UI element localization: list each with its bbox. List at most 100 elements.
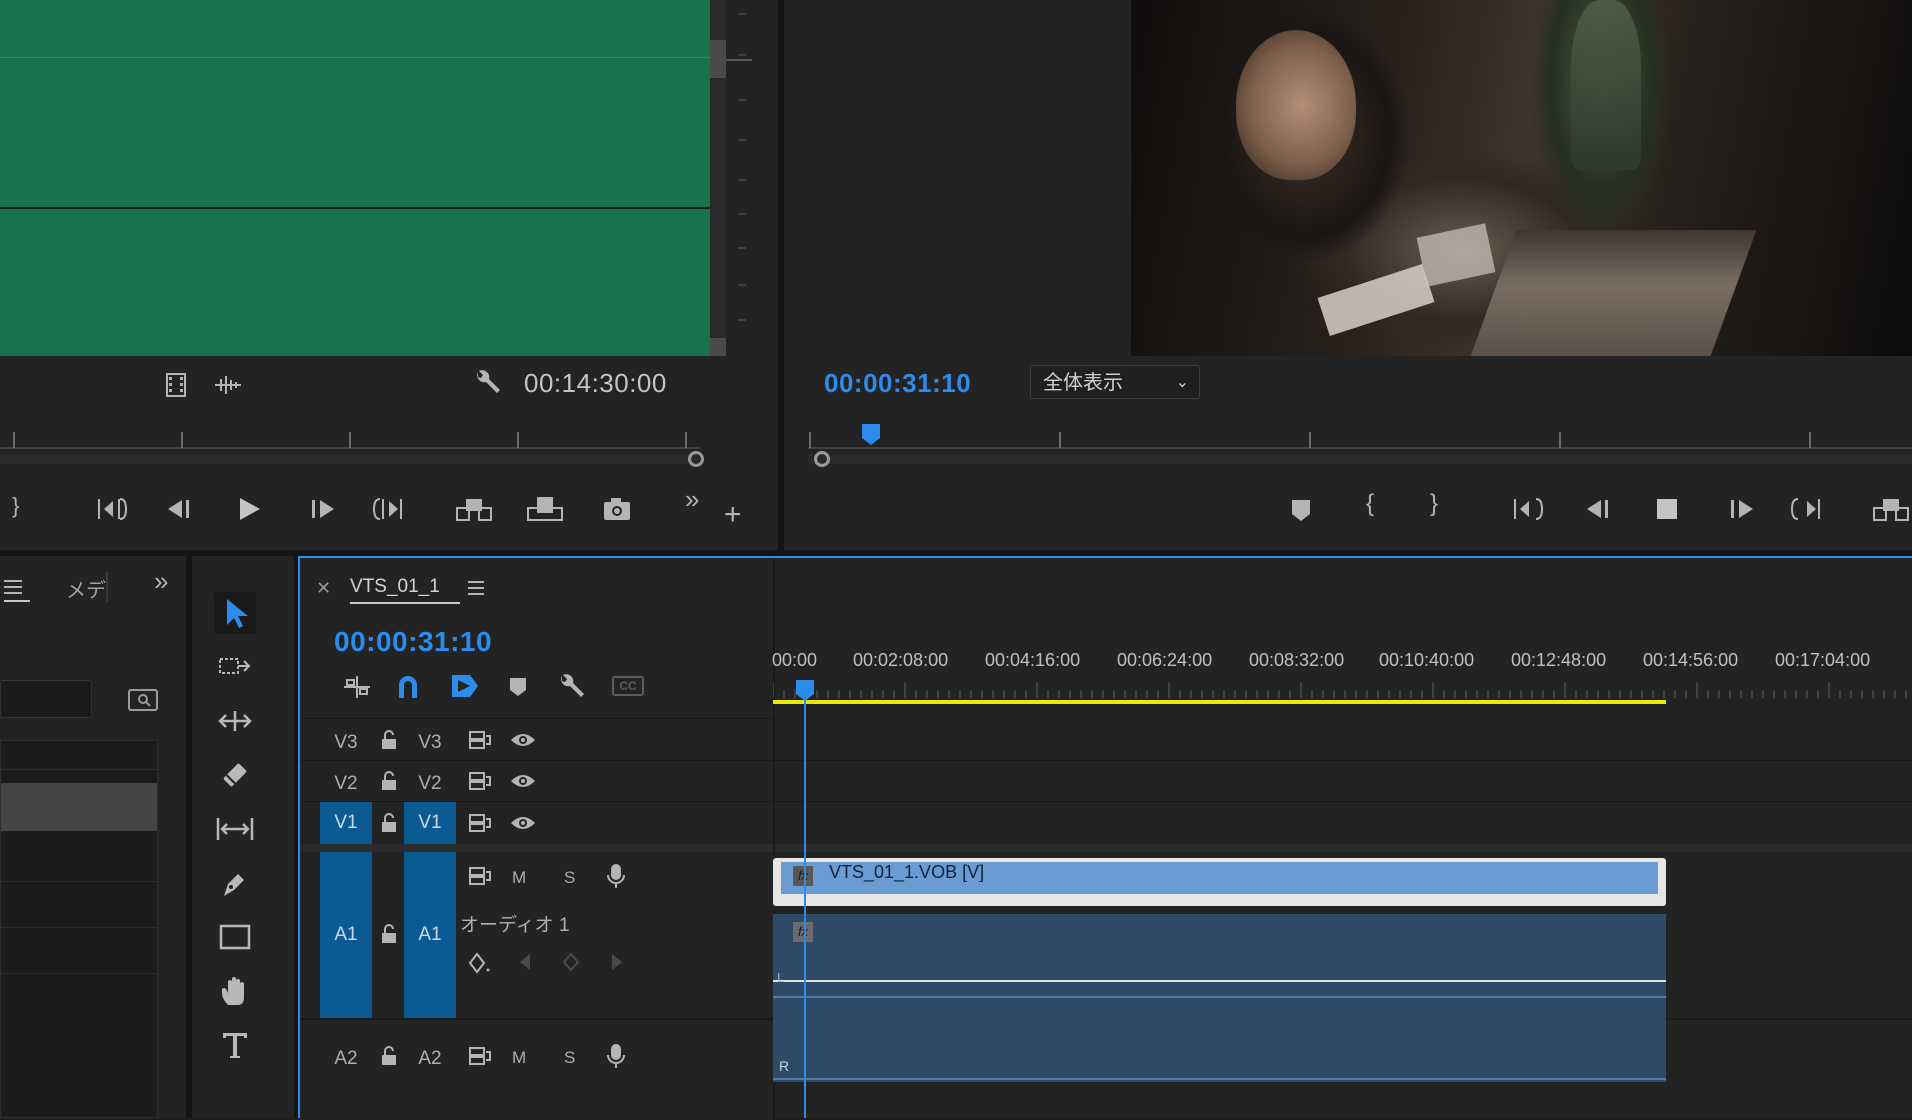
source-video-frame[interactable]: [0, 0, 710, 356]
mute-button[interactable]: M: [512, 1048, 526, 1068]
insert-icon[interactable]: [455, 496, 495, 522]
go-to-out-icon[interactable]: [372, 496, 404, 522]
fx-badge-audio[interactable]: fx: [793, 922, 813, 942]
step-forward-icon-program[interactable]: [1727, 498, 1755, 520]
target-track-a1[interactable]: A1: [404, 852, 456, 1018]
wrench-icon[interactable]: [472, 368, 502, 398]
program-timecode[interactable]: 00:00:31:10: [824, 368, 971, 399]
program-zoom-handle[interactable]: [814, 451, 830, 467]
step-forward-icon[interactable]: [308, 498, 336, 520]
timeline-timecode[interactable]: 00:00:31:10: [334, 626, 492, 658]
track-header-v2[interactable]: V2 V2: [300, 761, 773, 801]
target-track-a2[interactable]: A2: [404, 1048, 456, 1070]
button-editor-add-icon[interactable]: +: [724, 500, 742, 530]
target-track-v2[interactable]: V2: [404, 773, 456, 795]
sync-lock-icon[interactable]: [468, 813, 492, 833]
go-to-in-icon[interactable]: [96, 496, 128, 522]
lift-icon[interactable]: [1872, 496, 1912, 522]
captions-icon[interactable]: CC: [612, 676, 644, 696]
panel-divider-vertical[interactable]: [778, 0, 784, 552]
work-area-bar[interactable]: [773, 700, 1666, 704]
snap-magnet-icon[interactable]: [396, 674, 420, 700]
button-overflow-icon[interactable]: »: [685, 486, 699, 512]
lock-icon[interactable]: [380, 771, 398, 791]
linked-selection-icon[interactable]: [450, 672, 480, 700]
source-track-v1[interactable]: V1: [320, 802, 372, 844]
track-select-tool-icon[interactable]: [214, 646, 256, 688]
source-track-a2[interactable]: A2: [320, 1048, 372, 1070]
mark-out-icon-program[interactable]: }: [1430, 492, 1438, 516]
list-item-selected[interactable]: [1, 783, 157, 831]
timeline-time-ruler[interactable]: [773, 676, 1912, 716]
lock-icon[interactable]: [380, 813, 398, 833]
volume-rubber-band-r[interactable]: [773, 1078, 1666, 1080]
lock-icon[interactable]: [380, 924, 398, 944]
video-clip-frame[interactable]: fx VTS_01_1.VOB [V]: [773, 858, 1666, 906]
overwrite-icon[interactable]: [525, 496, 565, 522]
microphone-icon[interactable]: [606, 1042, 626, 1070]
sync-lock-icon[interactable]: [468, 771, 492, 791]
type-tool-icon[interactable]: [214, 1024, 256, 1066]
ripple-edit-tool-icon[interactable]: [214, 700, 256, 742]
sync-lock-icon[interactable]: [468, 1046, 492, 1066]
eye-icon[interactable]: [510, 732, 536, 748]
scroll-thumb[interactable]: [710, 40, 726, 78]
source-time-ruler[interactable]: [0, 420, 710, 470]
mark-out-icon[interactable]: }: [12, 495, 19, 517]
scroll-thumb-bottom[interactable]: [710, 338, 726, 356]
razor-tool-icon[interactable]: [214, 754, 256, 796]
selection-tool-icon[interactable]: [214, 592, 256, 634]
fx-badge[interactable]: fx: [793, 866, 813, 886]
zoom-level-dropdown[interactable]: 全体表示 ⌄: [1030, 365, 1200, 399]
timeline-settings-wrench-icon[interactable]: [556, 672, 586, 702]
playhead-line[interactable]: [804, 700, 806, 1118]
video-audio-divider[interactable]: [300, 844, 1912, 852]
lock-icon[interactable]: [380, 1046, 398, 1066]
target-track-v1[interactable]: V1: [404, 802, 456, 844]
volume-rubber-band[interactable]: [773, 996, 1666, 998]
sync-lock-icon[interactable]: [468, 866, 492, 886]
source-track-v2[interactable]: V2: [320, 773, 372, 795]
project-list[interactable]: [0, 740, 159, 1118]
audio-track-name[interactable]: オーディオ 1: [460, 910, 570, 937]
program-video-frame[interactable]: [1131, 0, 1912, 356]
close-icon[interactable]: ✕: [316, 578, 331, 599]
slip-tool-icon[interactable]: [214, 808, 256, 850]
playhead-handle[interactable]: [794, 678, 816, 702]
step-back-icon-program[interactable]: [1585, 498, 1613, 520]
hamburger-icon[interactable]: [4, 578, 24, 596]
track-header-v3[interactable]: V3 V3: [300, 720, 773, 760]
sequence-tab[interactable]: VTS_01_1: [350, 576, 440, 598]
play-icon[interactable]: [236, 496, 262, 522]
find-icon[interactable]: [128, 688, 158, 712]
go-to-in-icon-program[interactable]: [1512, 496, 1544, 522]
step-back-icon[interactable]: [166, 498, 194, 520]
stop-icon[interactable]: [1656, 498, 1678, 520]
panel-overflow-icon[interactable]: »: [154, 568, 168, 594]
source-track-a1[interactable]: A1: [320, 852, 372, 1018]
eye-icon[interactable]: [510, 773, 536, 789]
program-time-ruler[interactable]: [808, 420, 1912, 470]
go-to-out-icon-program[interactable]: [1790, 496, 1822, 522]
nest-sequence-icon[interactable]: [342, 674, 372, 700]
search-input[interactable]: [0, 680, 92, 718]
source-timecode[interactable]: 00:14:30:00: [524, 368, 667, 399]
track-header-v1[interactable]: V1 V1: [300, 802, 773, 844]
tab-media-browser[interactable]: メデ: [66, 574, 106, 603]
mark-in-icon[interactable]: {: [1366, 492, 1374, 516]
eye-icon[interactable]: [510, 815, 536, 831]
solo-button[interactable]: S: [564, 868, 575, 888]
source-track-v3[interactable]: V3: [320, 732, 372, 754]
add-marker-icon-timeline[interactable]: [508, 676, 528, 698]
target-track-v3[interactable]: V3: [404, 732, 456, 754]
program-playhead[interactable]: [860, 422, 882, 446]
pen-tool-icon[interactable]: [214, 862, 256, 904]
source-zoom-handle[interactable]: [688, 451, 704, 467]
track-header-a2[interactable]: A2 A2 M S: [300, 1020, 773, 1120]
film-icon[interactable]: [165, 372, 187, 398]
mute-button[interactable]: M: [512, 868, 526, 888]
audio-clip[interactable]: fx L R: [773, 914, 1666, 1082]
hand-tool-icon[interactable]: [214, 970, 256, 1012]
keyframe-add-icon[interactable]: [468, 952, 492, 974]
source-scrollbar[interactable]: [710, 0, 726, 356]
